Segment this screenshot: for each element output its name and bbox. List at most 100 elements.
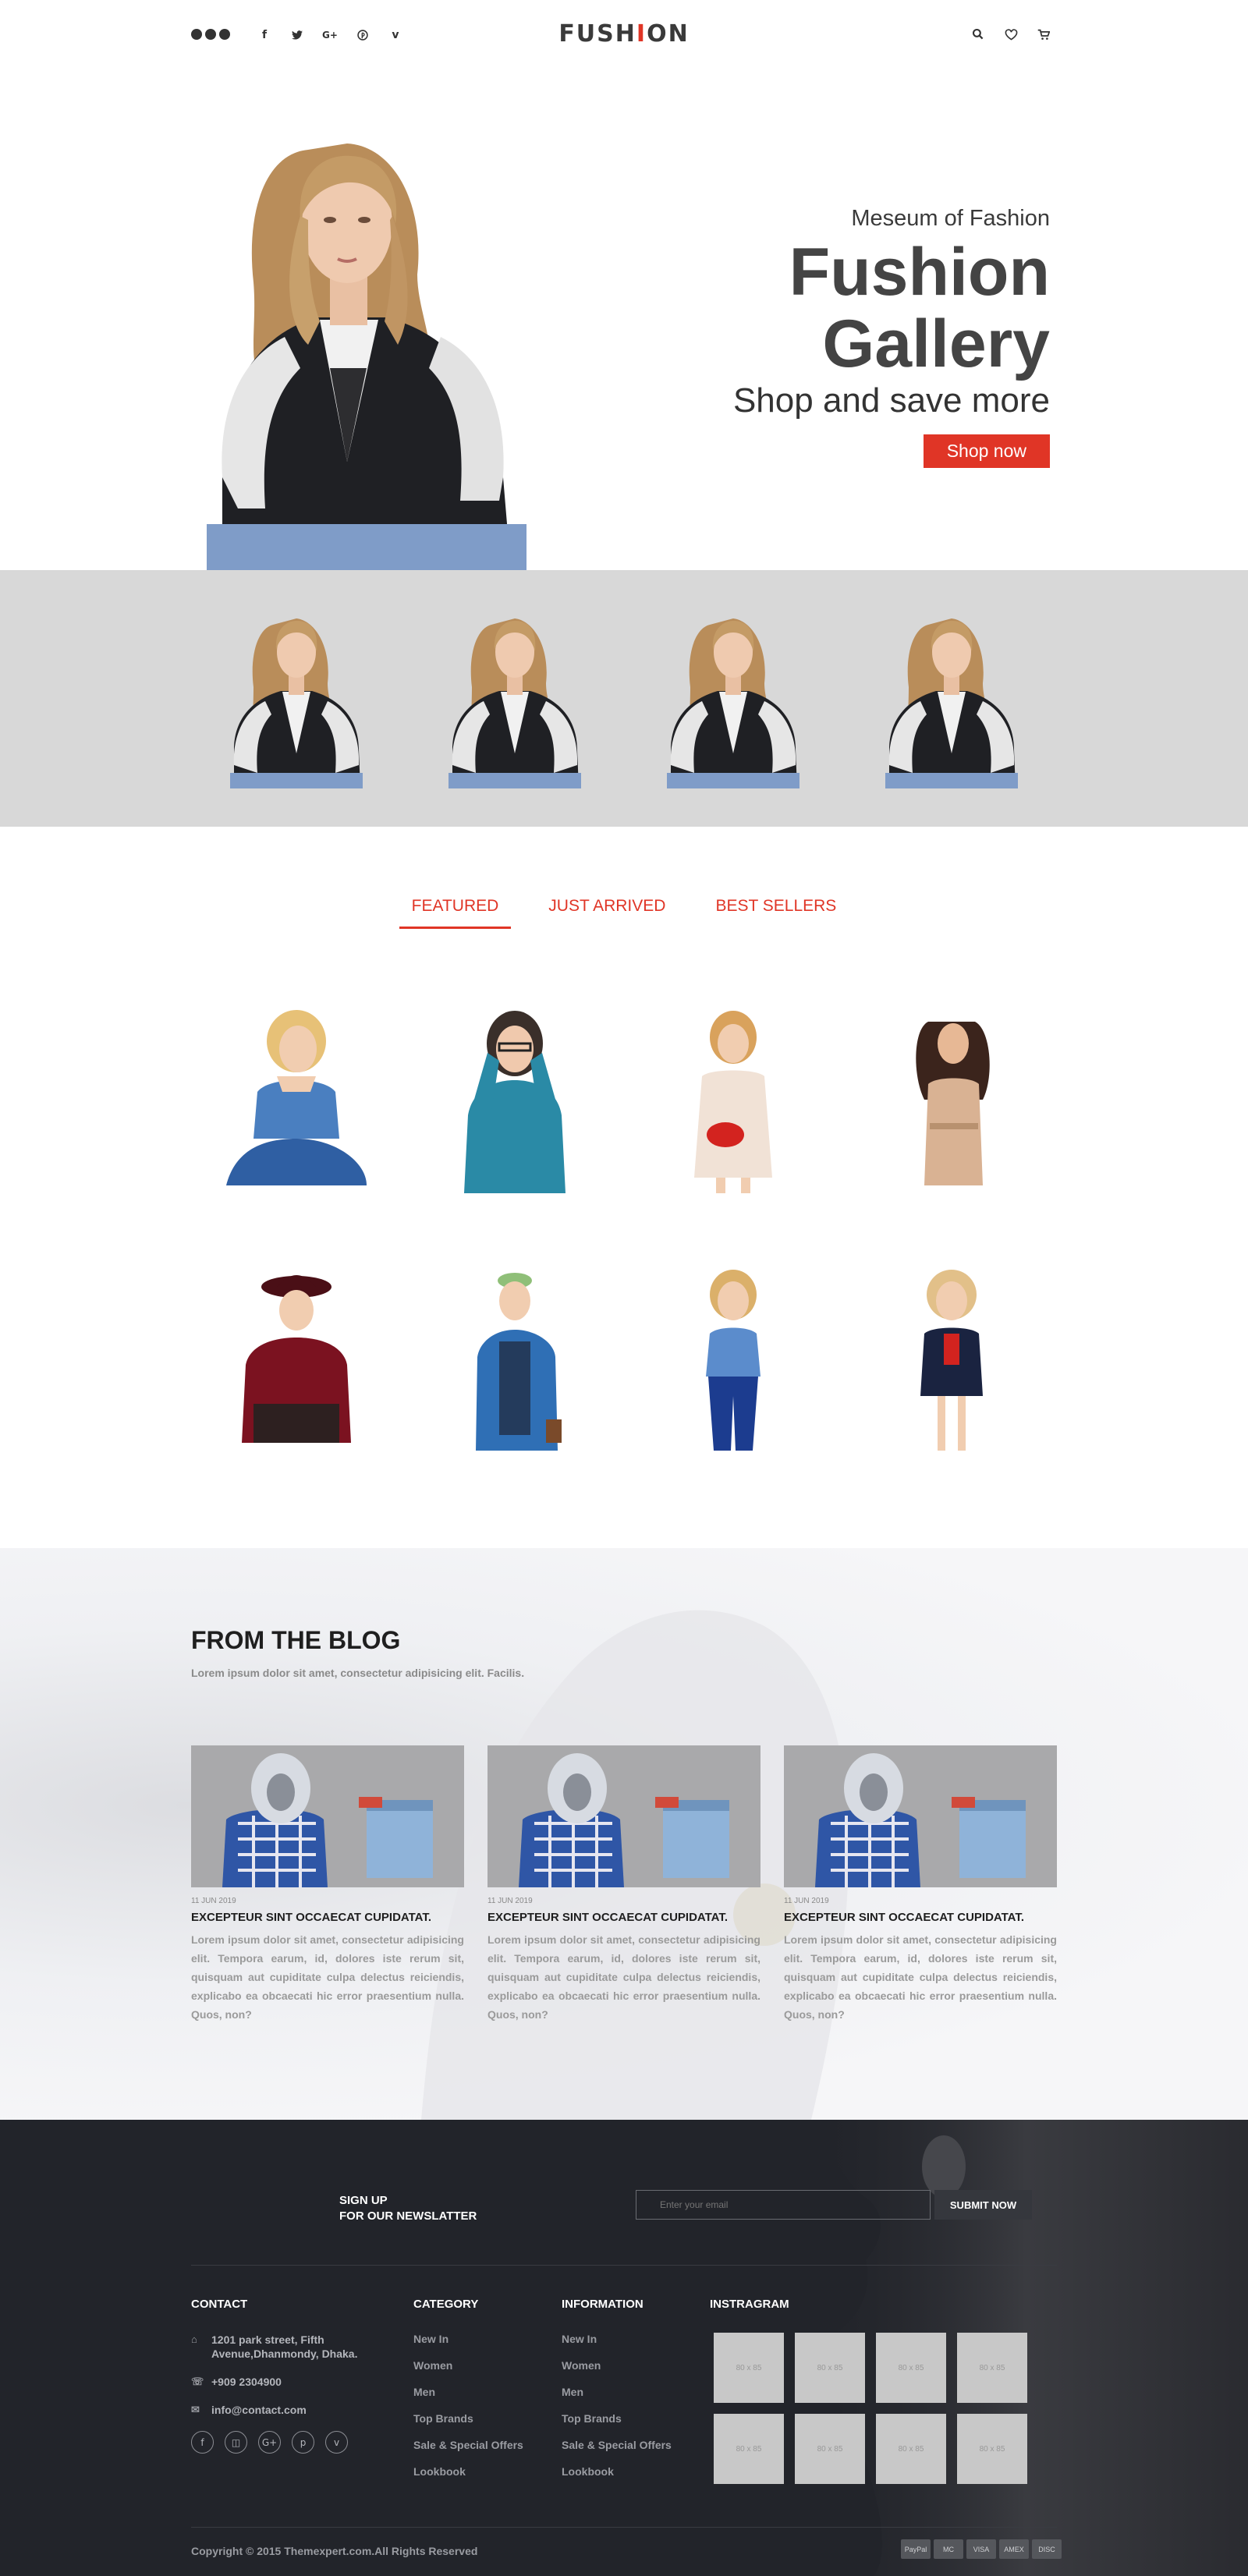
footer-instagram-heading: INSTRAGRAM [710, 2298, 789, 2311]
thumbnail-item[interactable] [663, 609, 803, 788]
footer-information-link[interactable]: New In [562, 2333, 672, 2359]
footer-information-link[interactable]: Men [562, 2386, 672, 2412]
site-logo[interactable]: FUSHION [546, 20, 702, 48]
blog-section: FROM THE BLOG Lorem ipsum dolor sit amet… [0, 1548, 1248, 2120]
footer-email[interactable]: ✉ info@contact.com [191, 2403, 370, 2417]
twitter-icon[interactable] [289, 27, 306, 44]
footer-information-link[interactable]: Women [562, 2359, 672, 2386]
newsletter-submit-button[interactable]: SUBMIT NOW [934, 2190, 1032, 2220]
thumbnail-strip [0, 570, 1248, 827]
thumbnail-item[interactable] [226, 609, 367, 788]
hero-banner: Meseum of Fashion Fushion Gallery Shop a… [0, 72, 1248, 570]
instagram-grid: 80 x 85 80 x 85 80 x 85 80 x 85 80 x 85 … [714, 2333, 1027, 2484]
header-social-links: f G+ v [256, 27, 404, 44]
thumbnail-item[interactable] [881, 609, 1022, 788]
envelope-icon: ✉ [191, 2404, 200, 2415]
copyright-text: Copyright © 2015 Themexpert.com.All Righ… [191, 2545, 478, 2557]
footer-information-link[interactable]: Top Brands [562, 2412, 672, 2439]
google-plus-icon[interactable]: G+ [258, 2431, 281, 2454]
instagram-thumb[interactable]: 80 x 85 [795, 2333, 865, 2403]
hero-title-line2: Gallery [822, 306, 1050, 381]
tab-just-arrived[interactable]: JUST ARRIVED [536, 897, 678, 929]
instagram-thumb[interactable]: 80 x 85 [876, 2414, 946, 2484]
search-icon[interactable] [970, 27, 986, 42]
blog-post-title[interactable]: EXCEPTEUR SINT OCCAECAT CUPIDATAT. [488, 1911, 760, 1924]
shop-now-button[interactable]: Shop now [923, 434, 1050, 468]
product-item[interactable] [211, 1263, 382, 1451]
footer-category: CATEGORY New In Women Men Top Brands Sal… [413, 2298, 523, 2492]
blog-post-date: 11 JUN 2019 [191, 1897, 236, 1905]
hero-subtitle: Meseum of Fashion [851, 206, 1050, 231]
footer-information-link[interactable]: Sale & Special Offers [562, 2439, 672, 2465]
logo-text-prefix: FUSH [558, 20, 636, 48]
skype-icon[interactable]: ◫ [225, 2431, 247, 2454]
blog-post[interactable]: 11 JUN 2019 EXCEPTEUR SINT OCCAECAT CUPI… [191, 1745, 464, 2024]
blog-post-excerpt: Lorem ipsum dolor sit amet, consectetur … [191, 1933, 464, 2021]
product-item[interactable] [429, 1263, 601, 1451]
google-plus-icon[interactable]: G+ [321, 27, 339, 44]
footer-contact: CONTACT ⌂ 1201 park street, Fifth Avenue… [191, 2298, 370, 2454]
footer-information-link[interactable]: Lookbook [562, 2465, 672, 2492]
tab-best-sellers[interactable]: BEST SELLERS [703, 897, 849, 929]
hero-title: Fushion Gallery [733, 236, 1050, 380]
footer-category-link[interactable]: Women [413, 2359, 523, 2386]
facebook-icon[interactable]: f [256, 27, 273, 44]
phone-icon: ☏ [191, 2376, 204, 2387]
newsletter-label-line2: FOR OUR NEWSLATTER [339, 2209, 477, 2223]
footer-phone-text: +909 2304900 [211, 2376, 282, 2388]
amex-icon: AMEX [999, 2539, 1029, 2559]
footer-category-link[interactable]: Men [413, 2386, 523, 2412]
blog-post-date: 11 JUN 2019 [784, 1897, 829, 1905]
home-icon: ⌂ [191, 2333, 197, 2345]
footer-category-link[interactable]: Top Brands [413, 2412, 523, 2439]
vimeo-icon[interactable]: v [387, 27, 404, 44]
footer-email-text[interactable]: info@contact.com [211, 2403, 307, 2417]
header-actions [970, 27, 1051, 42]
blog-post-title[interactable]: EXCEPTEUR SINT OCCAECAT CUPIDATAT. [191, 1911, 464, 1924]
blog-post-title[interactable]: EXCEPTEUR SINT OCCAECAT CUPIDATAT. [784, 1911, 1057, 1924]
pinterest-icon[interactable]: p [292, 2431, 314, 2454]
blog-post[interactable]: 11 JUN 2019 EXCEPTEUR SINT OCCAECAT CUPI… [784, 1745, 1057, 2024]
vimeo-icon[interactable]: v [325, 2431, 348, 2454]
product-item[interactable] [866, 1006, 1037, 1193]
blog-post-image[interactable] [488, 1745, 760, 1887]
product-item[interactable] [866, 1263, 1037, 1451]
footer-address: ⌂ 1201 park street, Fifth Avenue,Dhanmon… [191, 2333, 370, 2361]
product-item[interactable] [647, 1006, 819, 1193]
hero-model-image [207, 144, 526, 570]
product-item[interactable] [429, 1006, 601, 1193]
blog-post-excerpt: Lorem ipsum dolor sit amet, consectetur … [784, 1933, 1057, 2021]
product-item[interactable] [211, 1006, 382, 1193]
blog-post-image[interactable] [784, 1745, 1057, 1887]
footer-phone: ☏ +909 2304900 [191, 2375, 370, 2389]
blog-post-date: 11 JUN 2019 [488, 1897, 533, 1905]
thumbnail-item[interactable] [445, 609, 585, 788]
tab-featured[interactable]: FEATURED [399, 897, 512, 929]
instagram-thumb[interactable]: 80 x 85 [714, 2414, 784, 2484]
instagram-thumb[interactable]: 80 x 85 [957, 2333, 1027, 2403]
facebook-icon[interactable]: f [191, 2431, 214, 2454]
footer-category-link[interactable]: New In [413, 2333, 523, 2359]
blog-post-image[interactable] [191, 1745, 464, 1887]
instagram-thumb[interactable]: 80 x 85 [795, 2414, 865, 2484]
newsletter-label: SIGN UP FOR OUR NEWSLATTER [339, 2193, 477, 2224]
wishlist-heart-icon[interactable] [1003, 27, 1019, 42]
logo-text-accent: I [636, 20, 647, 48]
footer-social-links: f ◫ G+ p v [191, 2431, 370, 2454]
footer-category-link[interactable]: Sale & Special Offers [413, 2439, 523, 2465]
hero-text: Meseum of Fashion Fushion Gallery Shop a… [733, 206, 1050, 468]
cart-icon[interactable] [1036, 27, 1051, 42]
menu-icon[interactable] [191, 29, 230, 40]
product-item[interactable] [647, 1263, 819, 1451]
blog-post[interactable]: 11 JUN 2019 EXCEPTEUR SINT OCCAECAT CUPI… [488, 1745, 760, 2024]
mastercard-icon: MC [934, 2539, 963, 2559]
instagram-thumb[interactable]: 80 x 85 [957, 2414, 1027, 2484]
footer-contact-heading: CONTACT [191, 2298, 248, 2311]
footer-category-link[interactable]: Lookbook [413, 2465, 523, 2492]
instagram-thumb[interactable]: 80 x 85 [876, 2333, 946, 2403]
newsletter-email-input[interactable] [636, 2190, 931, 2220]
instagram-thumb[interactable]: 80 x 85 [714, 2333, 784, 2403]
hero-tagline: Shop and save more [732, 381, 1050, 420]
pinterest-icon[interactable] [354, 27, 371, 44]
footer-divider [191, 2265, 1057, 2266]
